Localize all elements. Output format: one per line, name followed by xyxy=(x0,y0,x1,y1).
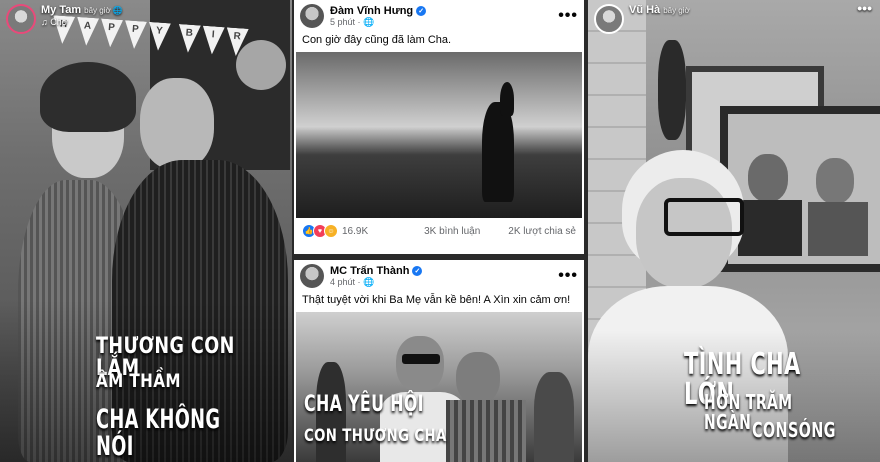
post-photo-family[interactable]: CHA YÊU HỘI CON THƯƠNG CHA xyxy=(296,312,582,462)
portrait-man-face xyxy=(748,154,788,202)
story-user-name[interactable]: Vũ Hà bây giờ xyxy=(629,4,690,16)
time-text: 4 phút xyxy=(330,276,356,287)
caption-line-1: CHA YÊU HỘI xyxy=(304,392,424,417)
music-title: Chơ xyxy=(50,17,68,27)
globe-icon: 🌐 xyxy=(112,6,123,15)
globe-icon: 🌐 xyxy=(363,276,375,287)
banner-letter: B xyxy=(177,24,201,53)
facebook-post-tranthanh: MC Trấn Thành ✓ 4 phút · 🌐 ••• Thật tuyệt… xyxy=(294,260,584,462)
caption-line-3: CONSÓNG xyxy=(752,418,836,442)
more-options-icon[interactable]: ••• xyxy=(857,0,872,16)
child-silhouette xyxy=(500,82,514,116)
horizon xyxy=(296,130,582,150)
portrait-frame xyxy=(720,106,880,272)
sunglasses xyxy=(402,354,440,364)
story-user-name[interactable]: My Tam bây giờ 🌐 xyxy=(41,4,123,16)
more-options-icon[interactable]: ••• xyxy=(558,7,578,25)
caption-line-3: CHA KHÔNG NÓI xyxy=(96,404,221,462)
middle-column: Đàm Vĩnh Hưng ✓ 5 phút · 🌐 ••• Con giờ đâ… xyxy=(292,0,588,462)
banner-letter: Y xyxy=(147,22,171,51)
caption-line-2: CON THƯƠNG CHA xyxy=(304,426,447,446)
user-name-text: My Tam xyxy=(41,4,82,16)
avatar[interactable] xyxy=(594,4,624,34)
father-face xyxy=(456,352,500,404)
vase xyxy=(658,40,686,140)
author-name: Đàm Vĩnh Hưng xyxy=(330,4,414,17)
post-stats: 👍 ♥ ☺ 16.9K 3K bình luận 2K lượt chia sẻ xyxy=(294,218,584,244)
reactions[interactable]: 👍 ♥ ☺ xyxy=(302,224,338,238)
bystander xyxy=(534,372,574,462)
avatar[interactable] xyxy=(300,264,324,288)
banner-letter: P xyxy=(123,20,147,49)
reaction-count[interactable]: 16.9K xyxy=(342,226,368,237)
verified-badge-icon: ✓ xyxy=(412,265,423,276)
post-photo-beach[interactable] xyxy=(296,52,582,218)
man-face xyxy=(140,78,214,170)
post-text: Thật tuyệt vời khi Ba Mẹ vẫn kề bên! A X… xyxy=(302,294,571,306)
banner-letter: R xyxy=(225,27,249,56)
post-author[interactable]: MC Trấn Thành ✓ xyxy=(330,264,423,277)
avatar[interactable] xyxy=(300,4,324,28)
eyeglasses xyxy=(664,198,744,236)
globe-icon: 🌐 xyxy=(363,16,375,27)
story-time: bây giờ xyxy=(84,6,111,15)
comment-count[interactable]: 3K bình luận xyxy=(424,226,480,237)
father-silhouette xyxy=(482,102,514,202)
portrait-woman-body xyxy=(808,202,868,256)
story-header: Vũ Hà bây giờ xyxy=(594,4,690,34)
time-text: 5 phút xyxy=(330,16,356,27)
plaid-shirt xyxy=(446,400,526,462)
left-story-panel[interactable]: H A P P Y B I R My Tam bây giờ 🌐 ♫ Chơ THƯ… xyxy=(0,0,292,462)
post-header: Đàm Vĩnh Hưng ✓ 5 phút · 🌐 ••• xyxy=(294,0,584,32)
story-header: My Tam bây giờ 🌐 ♫ Chơ xyxy=(6,4,123,34)
post-time[interactable]: 5 phút · 🌐 xyxy=(330,17,426,28)
verified-badge-icon: ✓ xyxy=(416,5,427,16)
more-options-icon[interactable]: ••• xyxy=(558,267,578,285)
right-story-panel[interactable]: Vũ Hà bây giờ ••• TÌNH CHA LỚN HƠN TRĂM N… xyxy=(588,0,880,462)
author-name: MC Trấn Thành xyxy=(330,264,410,277)
music-tag[interactable]: ♫ Chơ xyxy=(41,17,123,27)
man-face xyxy=(396,336,444,392)
avatar[interactable] xyxy=(6,4,36,34)
post-time[interactable]: 4 phút · 🌐 xyxy=(330,277,422,288)
portrait-man-body xyxy=(738,200,802,256)
woman-hair xyxy=(40,62,136,132)
story-time: bây giờ xyxy=(663,6,690,15)
post-header: MC Trấn Thành ✓ 4 phút · 🌐 ••• xyxy=(294,260,584,292)
portrait-woman-face xyxy=(816,158,854,204)
post-author[interactable]: Đàm Vĩnh Hưng ✓ xyxy=(330,4,427,17)
user-name-text: Vũ Hà xyxy=(629,4,661,16)
banner-letter: I xyxy=(201,26,225,55)
post-text: Con giờ đây cũng đã làm Cha. xyxy=(302,34,452,46)
facebook-post-damvinhhung: Đàm Vĩnh Hưng ✓ 5 phút · 🌐 ••• Con giờ đâ… xyxy=(294,0,584,254)
care-icon: ☺ xyxy=(324,224,338,238)
share-count[interactable]: 2K lượt chia sẻ xyxy=(508,226,576,237)
caption-line-2: ÂM THẦM xyxy=(96,370,181,392)
music-note-icon: ♫ xyxy=(41,17,51,27)
